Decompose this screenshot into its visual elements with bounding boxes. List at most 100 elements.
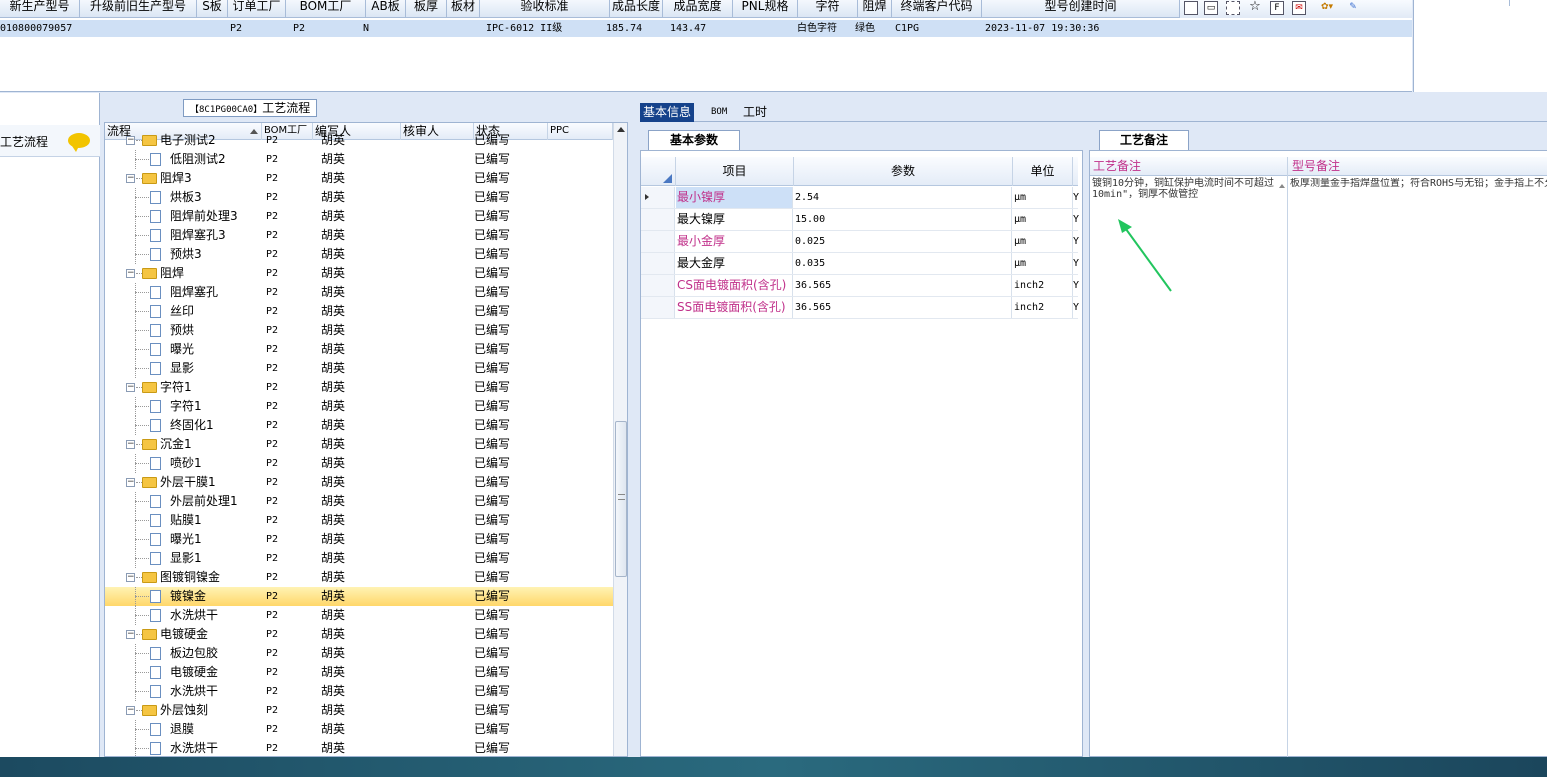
tree-row[interactable]: − 外层干膜1 P2 胡英 已编写 [105, 473, 615, 492]
table-row[interactable]: 最小镍厚 2.54 μm Y [641, 187, 1079, 209]
collapse-toggle-icon[interactable]: − [126, 630, 135, 639]
tree-row[interactable]: − 沉金1 P2 胡英 已编写 [105, 435, 615, 454]
collapse-toggle-icon[interactable]: − [126, 478, 135, 487]
cell-param[interactable]: 36.565 [794, 275, 1012, 296]
column-header-craft-note[interactable]: 工艺备注 [1090, 157, 1141, 176]
cell-unit[interactable]: μm [1013, 209, 1073, 230]
column-header[interactable]: 终端客户代码 [892, 0, 982, 18]
table-row[interactable]: 最小金厚 0.025 μm Y [641, 231, 1079, 253]
tree-row[interactable]: 终固化1 P2 胡英 已编写 [105, 416, 615, 435]
tab-bom[interactable]: BOM [708, 103, 730, 122]
tree-row[interactable]: 低阻测试2 P2 胡英 已编写 [105, 150, 615, 169]
form-icon[interactable]: ▭ [1204, 1, 1218, 15]
table-row[interactable]: 最大金厚 0.035 μm Y [641, 253, 1079, 275]
cell-item[interactable]: 最大镍厚 [676, 209, 793, 230]
cell-param[interactable]: 15.00 [794, 209, 1012, 230]
column-header[interactable]: AB板 [366, 0, 406, 18]
blank-page-icon[interactable] [1184, 1, 1198, 15]
cell-item[interactable]: 最小金厚 [676, 231, 793, 252]
table-row[interactable]: 010800079057 P2 P2 N IPC-6012 II级 185.74… [0, 20, 1412, 37]
cell-unit[interactable]: inch2 [1013, 275, 1073, 296]
model-grid[interactable]: 新生产型号 升级前旧生产型号 S板 订单工厂 BOM工厂 AB板 板厚 板材 验收标准 成品长度成… [0, 0, 1412, 92]
collapse-toggle-icon[interactable]: − [126, 269, 135, 278]
tree-row[interactable]: − 电子测试2 P2 胡英 已编写 [105, 131, 615, 150]
calendar-model-grid[interactable] [1413, 0, 1547, 92]
scroll-up-icon[interactable] [1279, 184, 1285, 188]
model-note-text[interactable]: 板厚测量金手指焊盘位置；符合ROHS与无铅；金手指上不允许存在金属毛刺 [1290, 178, 1547, 189]
tree-row[interactable]: − 图镀铜镍金 P2 胡英 已编写 [105, 568, 615, 587]
tree-row[interactable]: − 阻焊 P2 胡英 已编写 [105, 264, 615, 283]
mail-icon[interactable]: ✉ [1292, 1, 1306, 15]
cell-item[interactable]: CS面电镀面积(含孔) [676, 275, 793, 296]
tab-basic-info[interactable]: 基本信息 [640, 103, 695, 122]
basic-params-grid[interactable]: 项目 参数 单位 最小镍厚 2.54 μm Y 最大镍厚 15.00 μm Y 最小金厚 0.02… [640, 150, 1083, 757]
tree-row[interactable]: 水洗烘干 P2 胡英 已编写 [105, 606, 615, 625]
column-header[interactable]: 型号创建时间 [982, 0, 1180, 18]
tree-row[interactable]: 喷砂1 P2 胡英 已编写 [105, 454, 615, 473]
star-icon[interactable]: ☆ [1248, 0, 1262, 15]
column-header[interactable]: 升级前旧生产型号 [80, 0, 197, 18]
tree-row[interactable]: 电镀硬金 P2 胡英 已编写 [105, 663, 615, 682]
collapse-toggle-icon[interactable]: − [126, 136, 135, 145]
table-row[interactable]: CS面电镀面积(含孔) 36.565 inch2 Y [641, 275, 1079, 297]
palette-dropdown-icon[interactable]: ✿▾ [1316, 1, 1338, 15]
column-header[interactable] [1414, 0, 1510, 6]
row-indicator[interactable] [641, 231, 675, 252]
tab-craft-flow[interactable]: 工艺流程 [0, 125, 100, 157]
column-header[interactable]: 订单工厂 [228, 0, 286, 18]
column-header[interactable]: PNL规格 [733, 0, 798, 18]
tree-row[interactable]: 阻焊塞孔 P2 胡英 已编写 [105, 283, 615, 302]
tree-row[interactable]: 显影1 P2 胡英 已编写 [105, 549, 615, 568]
column-header[interactable]: 成品宽度 [663, 0, 733, 18]
tree-row[interactable]: 阻焊塞孔3 P2 胡英 已编写 [105, 226, 615, 245]
collapse-toggle-icon[interactable]: − [126, 383, 135, 392]
scroll-thumb[interactable] [615, 421, 627, 577]
tree-row[interactable]: 曝光1 P2 胡英 已编写 [105, 530, 615, 549]
cell-item[interactable]: SS面电镀面积(含孔) [676, 297, 793, 318]
tab-work-hours[interactable]: 工时 [740, 103, 770, 122]
cell-param[interactable]: 36.565 [794, 297, 1012, 318]
cell-param[interactable]: 0.025 [794, 231, 1012, 252]
tree-row[interactable]: 预烘3 P2 胡英 已编写 [105, 245, 615, 264]
tree-row[interactable]: − 外层蚀刻 P2 胡英 已编写 [105, 701, 615, 720]
tree-row[interactable]: 阻焊前处理3 P2 胡英 已编写 [105, 207, 615, 226]
column-header[interactable]: 字符 [798, 0, 858, 18]
cell-item[interactable]: 最小镍厚 [676, 187, 793, 208]
cell-unit[interactable]: μm [1013, 253, 1073, 274]
tree-row[interactable]: − 电镀硬金 P2 胡英 已编写 [105, 625, 615, 644]
tab-basic-params[interactable]: 基本参数 [648, 130, 740, 150]
font-icon[interactable]: F [1270, 1, 1284, 15]
tree-scrollbar[interactable] [613, 123, 627, 756]
tree-row[interactable]: 退膜 P2 胡英 已编写 [105, 720, 615, 739]
column-header[interactable]: 板厚 [406, 0, 447, 18]
row-indicator[interactable] [641, 275, 675, 296]
tree-row[interactable]: 丝印 P2 胡英 已编写 [105, 302, 615, 321]
tree-row[interactable]: − 字符1 P2 胡英 已编写 [105, 378, 615, 397]
row-indicator[interactable] [641, 297, 675, 318]
tree-row[interactable]: 镀镍金 P2 胡英 已编写 [105, 587, 615, 606]
tree-row[interactable]: 贴膜1 P2 胡英 已编写 [105, 511, 615, 530]
select-icon[interactable] [1226, 1, 1240, 15]
collapse-toggle-icon[interactable]: − [126, 440, 135, 449]
column-header[interactable]: 新生产型号 [0, 0, 80, 18]
column-header-model-note[interactable]: 型号备注 [1289, 157, 1340, 176]
scroll-up-icon[interactable] [617, 127, 625, 132]
tree-row[interactable]: 水洗烘干 P2 胡英 已编写 [105, 682, 615, 701]
tools-icon[interactable]: ✎ [1346, 1, 1360, 15]
column-header-item[interactable]: 项目 [676, 157, 794, 186]
tree-row[interactable]: 烘板3 P2 胡英 已编写 [105, 188, 615, 207]
column-header-unit[interactable]: 单位 [1013, 157, 1073, 186]
cell-unit[interactable]: μm [1013, 231, 1073, 252]
tree-row[interactable]: 显影 P2 胡英 已编写 [105, 359, 615, 378]
tree-row[interactable]: 字符1 P2 胡英 已编写 [105, 397, 615, 416]
collapse-toggle-icon[interactable]: − [126, 174, 135, 183]
tree-row[interactable]: 外层前处理1 P2 胡英 已编写 [105, 492, 615, 511]
table-row[interactable]: SS面电镀面积(含孔) 36.565 inch2 Y [641, 297, 1079, 319]
tree-row[interactable]: 板边包胶 P2 胡英 已编写 [105, 644, 615, 663]
cell-param[interactable]: 2.54 [794, 187, 1012, 208]
column-header[interactable]: 阻焊 [858, 0, 892, 18]
row-indicator[interactable] [641, 187, 675, 208]
column-header[interactable]: S板 [197, 0, 228, 18]
collapse-toggle-icon[interactable]: − [126, 706, 135, 715]
column-header[interactable]: 验收标准 [480, 0, 610, 18]
